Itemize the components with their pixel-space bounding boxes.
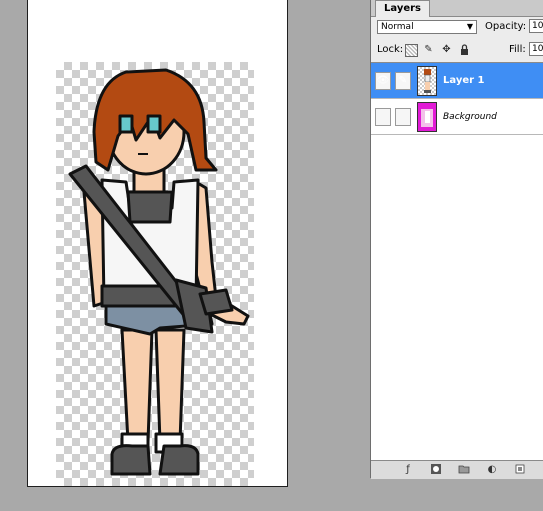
fill-field[interactable]: 100 [529, 42, 543, 56]
link-toggle[interactable] [395, 108, 411, 126]
opacity-label: Opacity: [485, 21, 527, 32]
brush-icon[interactable]: ✎ [395, 72, 411, 90]
chevron-down-icon: ▼ [466, 22, 473, 31]
palette-bottom-bar: ƒ ◐ [371, 460, 543, 479]
canvas-transparent-area[interactable] [56, 62, 254, 486]
layer-name: Layer 1 [443, 75, 485, 86]
move-icon[interactable]: ✥ [441, 44, 452, 55]
adjustment-layer-icon[interactable]: ◐ [485, 463, 499, 476]
layer-thumbnail [417, 66, 437, 96]
blend-mode-select[interactable]: Normal ▼ [377, 20, 477, 34]
lock-row: Lock: ✎ ✥ Fill: 100 [377, 42, 543, 57]
lock-label: Lock: [377, 44, 404, 55]
layers-panel: Layers Normal ▼ Opacity: 100 Lock: ✎ ✥ F… [370, 0, 543, 479]
layer-style-icon[interactable]: ƒ [401, 463, 415, 476]
layer-row-layer-1[interactable]: 👁 ✎ Layer 1 [371, 63, 543, 99]
new-layer-icon[interactable] [513, 463, 527, 476]
layer-list: 👁 ✎ Layer 1 Background [371, 62, 543, 461]
tab-layers[interactable]: Layers [375, 0, 430, 17]
brush-lock-icon[interactable]: ✎ [423, 44, 434, 55]
layer-thumbnail [417, 102, 437, 132]
new-group-icon[interactable] [457, 463, 471, 476]
layer-name: Background [443, 112, 497, 122]
padlock-icon[interactable] [459, 44, 470, 55]
layer-mask-icon[interactable] [429, 463, 443, 476]
blend-mode-value: Normal [381, 22, 414, 32]
opacity-field[interactable]: 100 [529, 19, 543, 33]
palette-tab-strip: Layers [371, 0, 543, 17]
fill-label: Fill: [509, 44, 526, 55]
eye-icon[interactable]: 👁 [375, 72, 391, 90]
document-window[interactable] [27, 0, 288, 487]
pixel-art-character [68, 68, 250, 476]
checker-lock-icon[interactable] [405, 44, 418, 57]
visibility-toggle[interactable] [375, 108, 391, 126]
layer-row-background[interactable]: Background [371, 99, 543, 135]
